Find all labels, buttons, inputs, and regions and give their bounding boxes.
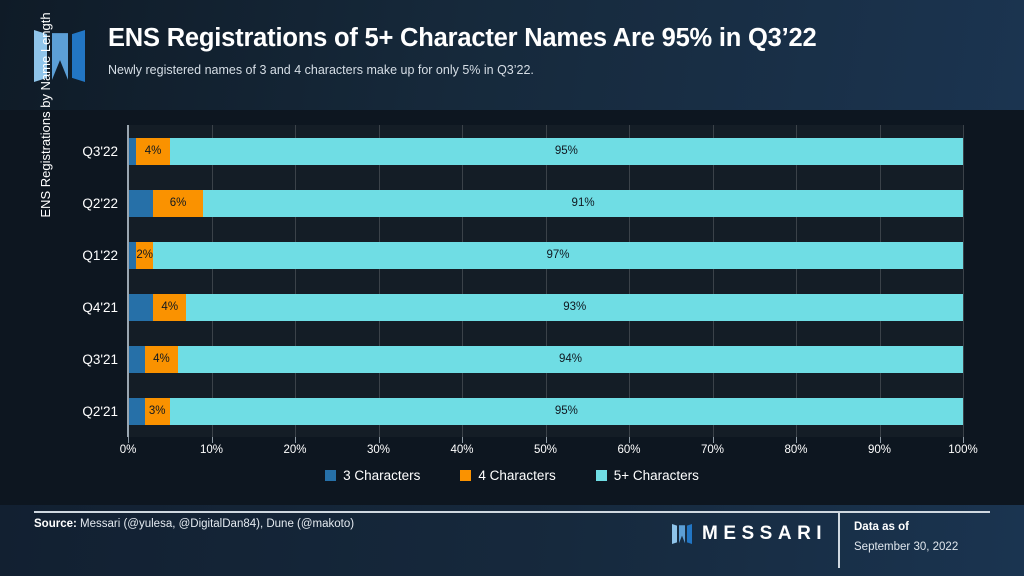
bar-segment[interactable]: 95% xyxy=(169,397,963,425)
bar-row[interactable]: 2% 97% xyxy=(128,241,963,269)
y-axis-tick-label: Q3'21 xyxy=(82,351,118,367)
gridline xyxy=(378,125,380,437)
y-axis-line xyxy=(127,125,129,437)
legend-item[interactable]: 5+ Characters xyxy=(595,468,699,483)
y-axis-tick-label: Q4'21 xyxy=(82,299,118,315)
legend-label: 3 Characters xyxy=(343,468,421,483)
x-axis-tick-labels: 0% 10% 20% 30% 40% 50% 60% 70% 80% 90% 100% xyxy=(120,444,978,464)
footer-logo-right-bar xyxy=(687,524,692,544)
bar-segment[interactable] xyxy=(128,137,137,165)
bar-segment[interactable]: 91% xyxy=(203,189,963,217)
source-label: Source: xyxy=(34,518,77,530)
legend-swatch-icon xyxy=(595,470,607,481)
y-axis-tick-label: Q1'22 xyxy=(82,247,118,263)
bar-row[interactable]: 4% 94% xyxy=(128,345,963,373)
x-axis-tick-label: 100% xyxy=(948,444,978,456)
bar-row[interactable]: 3% 95% xyxy=(128,397,963,425)
legend-item[interactable]: 3 Characters xyxy=(325,468,420,483)
gridline xyxy=(963,125,964,437)
logo-right-bar xyxy=(72,30,85,82)
data-as-of-date: September 30, 2022 xyxy=(854,541,959,553)
source-credit: Source: Messari (@yulesa, @DigitalDan84)… xyxy=(34,518,354,530)
brand-wordmark: MESSARI xyxy=(702,523,828,544)
x-axis-tick xyxy=(462,437,463,443)
x-axis-tick-label: 30% xyxy=(366,444,391,456)
x-axis-tick-label: 80% xyxy=(784,444,808,456)
footer-logo-left-bar xyxy=(672,524,677,544)
x-axis-tick-label: 70% xyxy=(700,444,725,456)
x-axis-tick-label: 50% xyxy=(533,444,558,456)
legend-label: 4 Characters xyxy=(478,468,556,483)
bar-segment[interactable] xyxy=(128,293,154,321)
x-axis-tick xyxy=(796,437,797,443)
chart-container: ENS Registrations by Name Length Q3'22 Q2… xyxy=(0,12,1024,505)
x-axis-tick xyxy=(211,437,213,443)
x-axis-tick xyxy=(879,437,881,443)
source-text: Messari (@yulesa, @DigitalDan84), Dune (… xyxy=(76,518,355,530)
x-axis-tick-label: 90% xyxy=(867,444,892,456)
x-axis-tick-label: 40% xyxy=(450,444,474,456)
bar-segment[interactable]: 4% xyxy=(136,137,170,165)
gridline xyxy=(462,125,463,437)
x-axis-tick xyxy=(295,437,296,443)
chart-legend: 3 Characters 4 Characters 5+ Characters xyxy=(0,468,1024,483)
logo-middle-bar xyxy=(52,33,68,80)
footer-logo-middle-bar xyxy=(679,525,685,544)
x-axis-tick xyxy=(712,437,714,443)
footer-brand: MESSARI xyxy=(672,520,827,548)
x-axis-tick-label: 10% xyxy=(199,444,224,456)
data-as-of-label: Data as of xyxy=(854,521,909,533)
bar-segment[interactable]: 93% xyxy=(186,293,963,321)
plot-area: 4% 95% 6% 91% 2% 97% 4% 93% 4% 94% 3% 95% xyxy=(128,125,964,437)
bar-segment[interactable] xyxy=(128,397,145,425)
messari-m-logo-icon xyxy=(672,523,694,545)
bar-segment[interactable]: 95% xyxy=(169,137,963,165)
y-axis-tick-label: Q2'21 xyxy=(82,403,118,419)
header-banner: ENS Registrations of 5+ Character Names … xyxy=(0,0,1024,110)
bar-segment[interactable]: 4% xyxy=(144,345,179,373)
x-axis-tick-label: 20% xyxy=(283,444,307,456)
bar-row[interactable]: 6% 91% xyxy=(128,189,963,217)
y-axis-tick-label: Q2'22 xyxy=(82,195,118,211)
x-axis-tick xyxy=(545,437,547,443)
gridline xyxy=(879,125,881,437)
bar-segment[interactable]: 94% xyxy=(178,345,963,373)
gridline xyxy=(545,125,547,437)
bar-segment[interactable]: 6% xyxy=(153,189,204,217)
x-axis-tick xyxy=(378,437,380,443)
gridline xyxy=(211,125,213,437)
gridline xyxy=(712,125,714,437)
page-title: ENS Registrations of 5+ Character Names … xyxy=(108,24,817,52)
bar-segment[interactable] xyxy=(128,345,145,373)
legend-swatch-icon xyxy=(460,470,472,481)
gridline xyxy=(796,125,797,437)
x-axis-tick xyxy=(128,437,129,443)
bar-row[interactable]: 4% 93% xyxy=(128,293,963,321)
y-axis-tick-labels: Q3'22 Q2'22 Q1'22 Q4'21 Q3'21 Q2'21 xyxy=(0,125,118,437)
x-axis-tick-label: 60% xyxy=(617,444,641,456)
legend-item[interactable]: 4 Characters xyxy=(460,468,556,483)
legend-label: 5+ Characters xyxy=(613,468,699,483)
bar-segment[interactable] xyxy=(128,189,154,217)
bar-row[interactable]: 4% 95% xyxy=(128,137,963,165)
x-axis-tick-label: 0% xyxy=(119,444,137,456)
bar-segment[interactable]: 97% xyxy=(153,241,963,269)
y-axis-tick-label: Q3'22 xyxy=(82,143,118,159)
bar-segment[interactable]: 4% xyxy=(153,293,187,321)
page-subtitle: Newly registered names of 3 and 4 charac… xyxy=(108,63,534,78)
bar-segment[interactable]: 3% xyxy=(144,397,170,425)
footer-vertical-divider xyxy=(838,511,840,568)
bar-segment[interactable] xyxy=(128,241,137,269)
bar-segment[interactable]: 2% xyxy=(136,241,154,269)
header-text-block: ENS Registrations of 5+ Character Names … xyxy=(108,24,817,77)
x-axis-tick xyxy=(963,437,964,443)
footer-divider-rule xyxy=(34,511,990,513)
gridline xyxy=(629,125,630,437)
gridline xyxy=(295,125,296,437)
x-axis-tick xyxy=(629,437,630,443)
legend-swatch-icon xyxy=(325,470,337,481)
